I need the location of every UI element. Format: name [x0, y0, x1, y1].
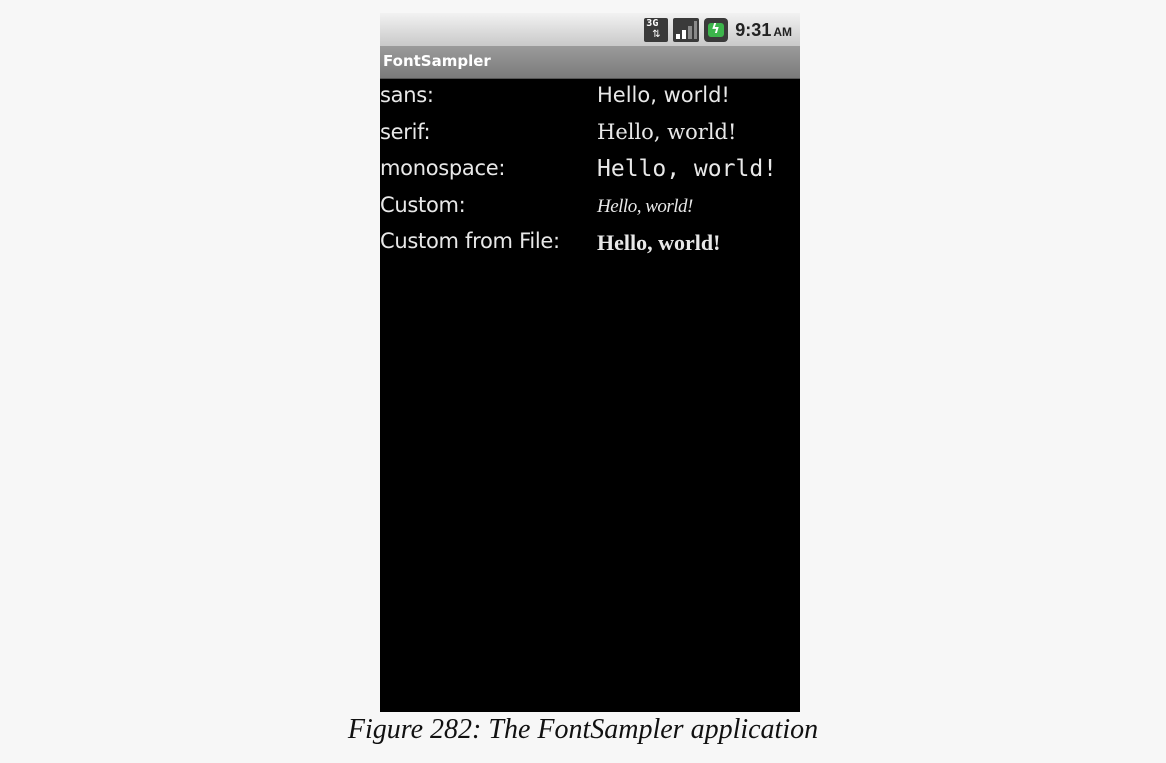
app-title-bar: FontSampler	[380, 46, 800, 79]
phone-screen: 3G ⇅ ϟ 9:31 AM FontSampler sans: Hello, …	[380, 13, 800, 712]
page: 3G ⇅ ϟ 9:31 AM FontSampler sans: Hello, …	[0, 0, 1166, 763]
row-monospace: monospace: Hello, world!	[380, 152, 800, 189]
signal-strength-icon	[673, 18, 700, 42]
row-label: Custom:	[380, 192, 466, 217]
sample-sans: Hello, world!	[597, 83, 730, 107]
row-label: monospace:	[380, 156, 506, 180]
sample-monospace: Hello, world!	[597, 156, 778, 182]
row-label: Custom from File:	[380, 229, 560, 253]
clock-ampm: AM	[773, 24, 792, 39]
row-custom-from-file: Custom from File: Hello, world!	[380, 225, 800, 262]
row-serif: serif: Hello, world!	[380, 116, 800, 153]
app-title: FontSampler	[383, 52, 491, 70]
sample-custom-from-file: Hello, world!	[597, 230, 721, 255]
network-3g-icon: 3G ⇅	[644, 18, 669, 42]
clock-time: 9:31	[735, 19, 772, 40]
status-clock: 9:31 AM	[735, 20, 792, 41]
battery-charging-icon: ϟ	[704, 18, 729, 42]
sample-serif: Hello, world!	[597, 119, 737, 144]
status-icons: 3G ⇅ ϟ 9:31 AM	[644, 16, 792, 44]
figure-caption: Figure 282: The FontSampler application	[347, 714, 819, 745]
sample-custom: Hello, world!	[597, 195, 693, 217]
row-custom: Custom: Hello, world!	[380, 189, 800, 226]
row-label: serif:	[380, 119, 431, 144]
row-label: sans:	[380, 83, 434, 107]
font-sample-list: sans: Hello, world! serif: Hello, world!…	[380, 79, 800, 262]
row-sans: sans: Hello, world!	[380, 79, 800, 116]
status-bar: 3G ⇅ ϟ 9:31 AM	[380, 13, 800, 46]
